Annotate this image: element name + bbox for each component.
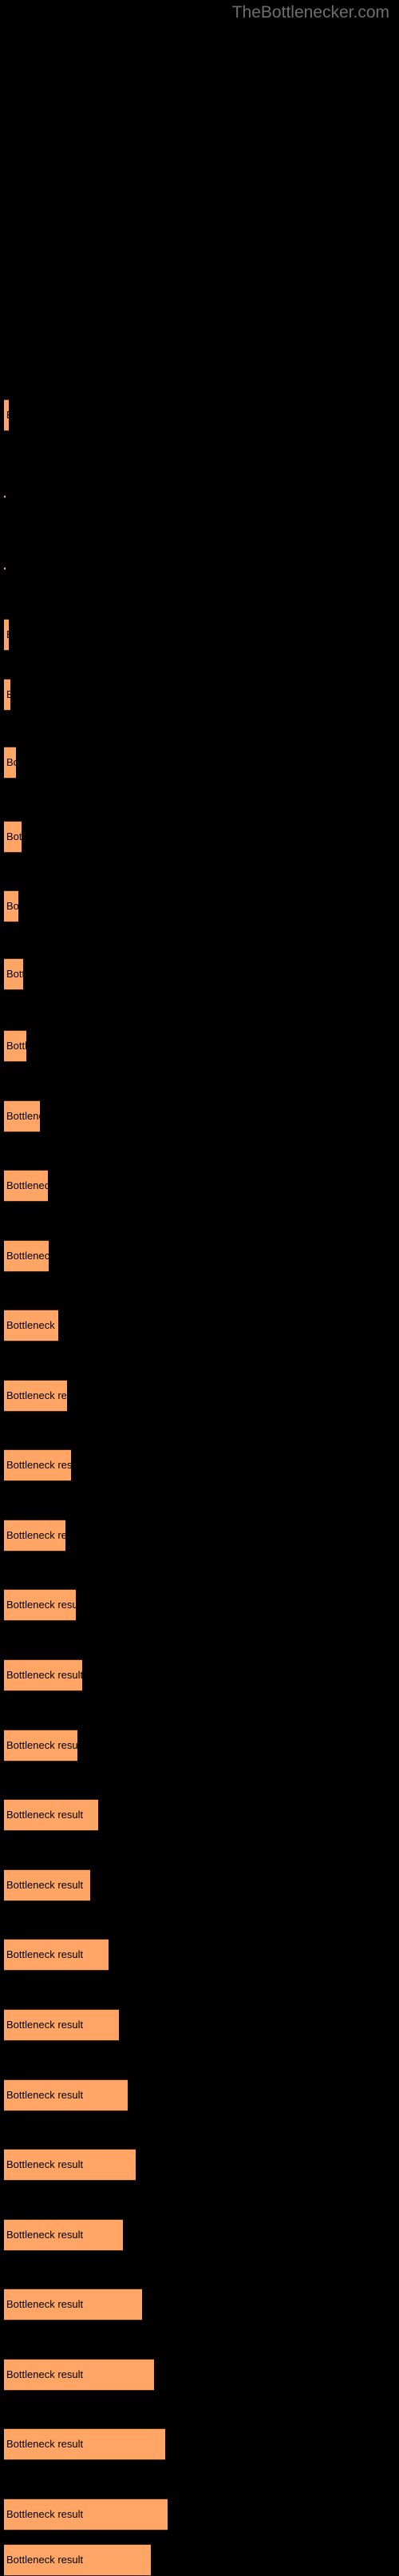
- bar[interactable]: Bottleneck result: [4, 1869, 90, 1901]
- bar[interactable]: Bottleneck result: [4, 495, 6, 498]
- bar-label: Bottleneck result: [6, 1879, 84, 1891]
- bar-row: Bottleneck result: [0, 2499, 399, 2530]
- bar-row: Bottleneck result: [0, 1380, 399, 1412]
- bar-row: Bottleneck result: [0, 958, 399, 990]
- bar-label: Bottleneck result: [6, 1179, 48, 1191]
- bar[interactable]: Bottleneck result: [4, 1030, 26, 1062]
- bar[interactable]: Bottleneck result: [4, 2359, 154, 2391]
- bar-label: Bottleneck result: [6, 2089, 84, 2101]
- bar-row: Bottleneck result: [0, 2544, 399, 2576]
- bar-label: Bottleneck result: [6, 1739, 77, 1751]
- bar[interactable]: Bottleneck result: [4, 1380, 67, 1412]
- bar[interactable]: Bottleneck result: [4, 1799, 98, 1831]
- bar-row: Bottleneck result: [0, 2289, 399, 2320]
- bar-row: Bottleneck result: [0, 1589, 399, 1621]
- bar-label: Bottleneck result: [6, 1389, 67, 1401]
- bar[interactable]: Bottleneck result: [4, 2428, 165, 2460]
- bar-label: Bottleneck result: [6, 900, 18, 912]
- bar[interactable]: Bottleneck result: [4, 399, 9, 431]
- bar-row: Bottleneck result: [0, 2149, 399, 2181]
- bar-row: Bottleneck result: [0, 1310, 399, 1342]
- bar-row: Bottleneck result: [0, 495, 399, 498]
- bar[interactable]: Bottleneck result: [4, 679, 10, 711]
- bar-label: Bottleneck result: [6, 968, 23, 980]
- bar-row: Bottleneck result: [0, 399, 399, 431]
- bar-row: Bottleneck result: [0, 679, 399, 711]
- bar[interactable]: Bottleneck result: [4, 2544, 151, 2576]
- bar[interactable]: Bottleneck result: [4, 1730, 77, 1762]
- bar-row: Bottleneck result: [0, 1030, 399, 1062]
- bar-row: Bottleneck result: [0, 890, 399, 922]
- bar-row: Bottleneck result: [0, 747, 399, 779]
- bar-row: Bottleneck result: [0, 1170, 399, 1202]
- bar-row: Bottleneck result: [0, 1730, 399, 1762]
- bar[interactable]: Bottleneck result: [4, 2079, 128, 2111]
- bar[interactable]: Bottleneck result: [4, 1659, 82, 1691]
- bar-label: Bottleneck result: [6, 1809, 84, 1821]
- bar-label: Bottleneck result: [6, 1459, 71, 1471]
- bar[interactable]: Bottleneck result: [4, 1240, 49, 1272]
- bar-row: Bottleneck result: [0, 1799, 399, 1831]
- bar-label: Bottleneck result: [6, 1110, 40, 1122]
- bar[interactable]: Bottleneck result: [4, 2009, 119, 2041]
- bar-row: Bottleneck result: [0, 821, 399, 853]
- bar-row: Bottleneck result: [0, 2359, 399, 2391]
- bar-row: Bottleneck result: [0, 567, 399, 570]
- bar-label: Bottleneck result: [6, 2554, 84, 2566]
- bar-label: Bottleneck result: [6, 410, 9, 421]
- bar-label: Bottleneck result: [6, 2298, 84, 2310]
- bar-label: Bottleneck result: [6, 1948, 84, 1960]
- bar-row: Bottleneck result: [0, 2219, 399, 2251]
- bar[interactable]: Bottleneck result: [4, 619, 9, 651]
- bar-row: Bottleneck result: [0, 2009, 399, 2041]
- bar[interactable]: Bottleneck result: [4, 1100, 40, 1132]
- bar-row: Bottleneck result: [0, 1449, 399, 1481]
- bar-row: Bottleneck result: [0, 1240, 399, 1272]
- bar[interactable]: Bottleneck result: [4, 1310, 58, 1342]
- bar-label: Bottleneck result: [6, 2508, 84, 2520]
- bar-row: Bottleneck result: [0, 1939, 399, 1971]
- bar-label: Bottleneck result: [6, 1040, 26, 1052]
- bottleneck-bar-chart: Bottleneck result Bottleneck result Bottle…: [0, 0, 399, 2576]
- bar-label: Bottleneck result: [6, 2438, 84, 2450]
- bar[interactable]: Bottleneck result: [4, 1589, 76, 1621]
- bar-label: Bottleneck result: [6, 830, 22, 842]
- bar[interactable]: Bottleneck result: [4, 1170, 48, 1202]
- bar-label: Bottleneck result: [6, 1529, 65, 1541]
- bar-row: Bottleneck result: [0, 1659, 399, 1691]
- bar-label: Bottleneck result: [6, 689, 10, 700]
- bar-label: Bottleneck result: [6, 756, 16, 768]
- bar-label: Bottleneck result: [6, 1599, 76, 1611]
- bar-label: Bottleneck result: [6, 1250, 49, 1262]
- bar-label: Bottleneck result: [6, 2019, 84, 2031]
- bar[interactable]: Bottleneck result: [4, 1520, 65, 1552]
- bar-row: Bottleneck result: [0, 2079, 399, 2111]
- bar[interactable]: Bottleneck result: [4, 2149, 136, 2181]
- bar[interactable]: Bottleneck result: [4, 958, 23, 990]
- bar-label: Bottleneck result: [6, 1669, 82, 1681]
- bar[interactable]: Bottleneck result: [4, 1939, 109, 1971]
- bar-row: Bottleneck result: [0, 1520, 399, 1552]
- bar[interactable]: Bottleneck result: [4, 1449, 71, 1481]
- bar[interactable]: Bottleneck result: [4, 747, 16, 779]
- bar-row: Bottleneck result: [0, 1869, 399, 1901]
- bar-row: Bottleneck result: [0, 1100, 399, 1132]
- bar[interactable]: Bottleneck result: [4, 890, 18, 922]
- bar[interactable]: Bottleneck result: [4, 567, 6, 570]
- bar-label: Bottleneck result: [6, 2158, 84, 2170]
- bar-label: Bottleneck result: [6, 1319, 58, 1331]
- bar-label: Bottleneck result: [6, 629, 9, 640]
- bar-row: Bottleneck result: [0, 2428, 399, 2460]
- bar[interactable]: Bottleneck result: [4, 2499, 168, 2530]
- bar[interactable]: Bottleneck result: [4, 2219, 123, 2251]
- bar[interactable]: Bottleneck result: [4, 821, 22, 853]
- bar-row: Bottleneck result: [0, 619, 399, 651]
- bar-label: Bottleneck result: [6, 2368, 84, 2380]
- bar[interactable]: Bottleneck result: [4, 2289, 142, 2320]
- bar-label: Bottleneck result: [6, 2229, 84, 2241]
